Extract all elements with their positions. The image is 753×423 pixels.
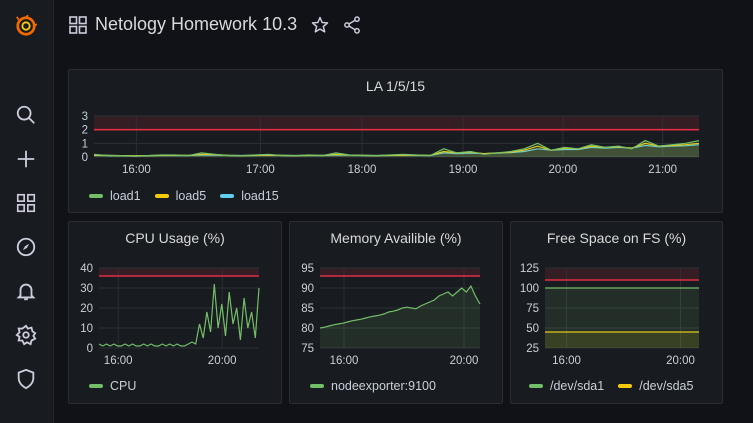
y-tick-label: 90 <box>301 283 314 295</box>
cpu-usage-chart: 0 10 20 30 40 16:00 20:00 <box>80 263 260 367</box>
star-icon[interactable] <box>310 15 330 35</box>
y-tick-label: 40 <box>80 263 93 275</box>
x-tick-label: 20:00 <box>548 164 577 176</box>
threshold-zone <box>545 268 699 280</box>
y-tick-label: 50 <box>526 323 539 335</box>
legend: CPU <box>89 379 136 393</box>
legend-item[interactable]: nodeexporter:9100 <box>310 379 436 393</box>
grafana-logo-icon[interactable] <box>11 11 41 41</box>
sidebar <box>0 0 54 423</box>
legend-item[interactable]: /dev/sda5 <box>618 379 693 393</box>
y-tick-label: 0 <box>82 152 88 164</box>
x-tick-label: 20:00 <box>450 355 479 367</box>
legend-label: CPU <box>110 379 137 393</box>
compass-icon[interactable] <box>11 232 41 262</box>
legend-item[interactable]: load1 <box>89 189 141 203</box>
panel-load-average[interactable]: LA 1/5/15 0 1 2 3 16:00 17:00 18:00 19:00 20:00 2… <box>68 69 723 213</box>
y-tick-label: 20 <box>80 303 93 315</box>
top-bar: Netology Homework 10.3 <box>53 0 753 52</box>
y-tick-label: 75 <box>301 343 314 355</box>
gear-icon[interactable] <box>11 320 41 350</box>
legend-item[interactable]: load5 <box>154 189 207 203</box>
panel-cpu-usage[interactable]: CPU Usage (%) 0 10 20 30 40 16:00 20:00 CPU <box>68 221 282 404</box>
threshold-zone <box>94 116 699 130</box>
y-tick-label: 1 <box>82 138 88 150</box>
y-tick-label: 25 <box>526 343 539 355</box>
free-space-chart: 25 50 75 100 125 16:00 20:00 <box>520 263 699 367</box>
shield-icon[interactable] <box>11 364 41 394</box>
y-tick-label: 125 <box>520 263 539 275</box>
legend-item[interactable]: CPU <box>89 379 136 393</box>
y-tick-label: 30 <box>80 283 93 295</box>
x-tick-label: 17:00 <box>246 164 275 176</box>
panel-memory-available[interactable]: Memory Availible (%) 75 80 85 90 95 16:00 20:0… <box>289 221 503 404</box>
y-tick-label: 0 <box>87 343 93 355</box>
x-tick-label: 20:00 <box>666 355 695 367</box>
panel-free-space-fs[interactable]: Free Space on FS (%) 25 50 75 100 125 16:00 20… <box>510 221 723 404</box>
x-tick-label: 18:00 <box>348 164 377 176</box>
search-icon[interactable] <box>11 100 41 130</box>
legend-swatch <box>310 384 324 388</box>
legend-swatch <box>529 384 543 388</box>
y-tick-label: 95 <box>301 263 314 275</box>
threshold-zone <box>99 268 259 276</box>
legend-swatch <box>618 384 633 388</box>
y-tick-label: 3 <box>82 111 88 123</box>
bell-icon[interactable] <box>11 276 41 306</box>
legend-label: /dev/sda5 <box>639 379 694 393</box>
memory-available-chart: 75 80 85 90 95 16:00 20:00 <box>301 263 481 367</box>
plus-icon[interactable] <box>11 144 41 174</box>
y-tick-label: 2 <box>82 125 88 137</box>
legend-label: load1 <box>110 189 141 203</box>
legend-swatch <box>89 384 103 388</box>
x-tick-label: 16:00 <box>552 355 581 367</box>
dashboard-title[interactable]: Netology Homework 10.3 <box>95 14 297 35</box>
legend: /dev/sda1/dev/sda5 <box>529 379 693 393</box>
legend-swatch <box>154 194 169 198</box>
y-tick-label: 100 <box>520 283 539 295</box>
legend-swatch <box>89 194 103 198</box>
legend-swatch <box>220 194 235 198</box>
legend-label: load15 <box>241 189 279 203</box>
dashboards-icon[interactable] <box>11 188 41 218</box>
series-area <box>545 288 699 348</box>
legend-item[interactable]: /dev/sda1 <box>529 379 604 393</box>
x-tick-label: 19:00 <box>449 164 478 176</box>
legend-label: nodeexporter:9100 <box>331 379 436 393</box>
y-tick-label: 10 <box>80 323 93 335</box>
y-tick-label: 75 <box>526 303 539 315</box>
x-tick-label: 16:00 <box>104 355 133 367</box>
share-icon[interactable] <box>342 15 362 35</box>
x-tick-label: 20:00 <box>208 355 237 367</box>
legend-label: /dev/sda1 <box>550 379 605 393</box>
x-tick-label: 21:00 <box>648 164 677 176</box>
series-line-CPU <box>98 283 260 347</box>
legend-label: load5 <box>175 189 207 203</box>
x-tick-label: 16:00 <box>330 355 359 367</box>
y-tick-label: 80 <box>301 323 314 335</box>
legend: load1 load5 load15 <box>89 189 279 203</box>
legend: nodeexporter:9100 <box>310 379 436 393</box>
dashboard-grid-icon <box>69 16 87 34</box>
legend-item[interactable]: load15 <box>220 189 279 203</box>
x-tick-label: 16:00 <box>122 164 151 176</box>
y-tick-label: 85 <box>301 303 314 315</box>
